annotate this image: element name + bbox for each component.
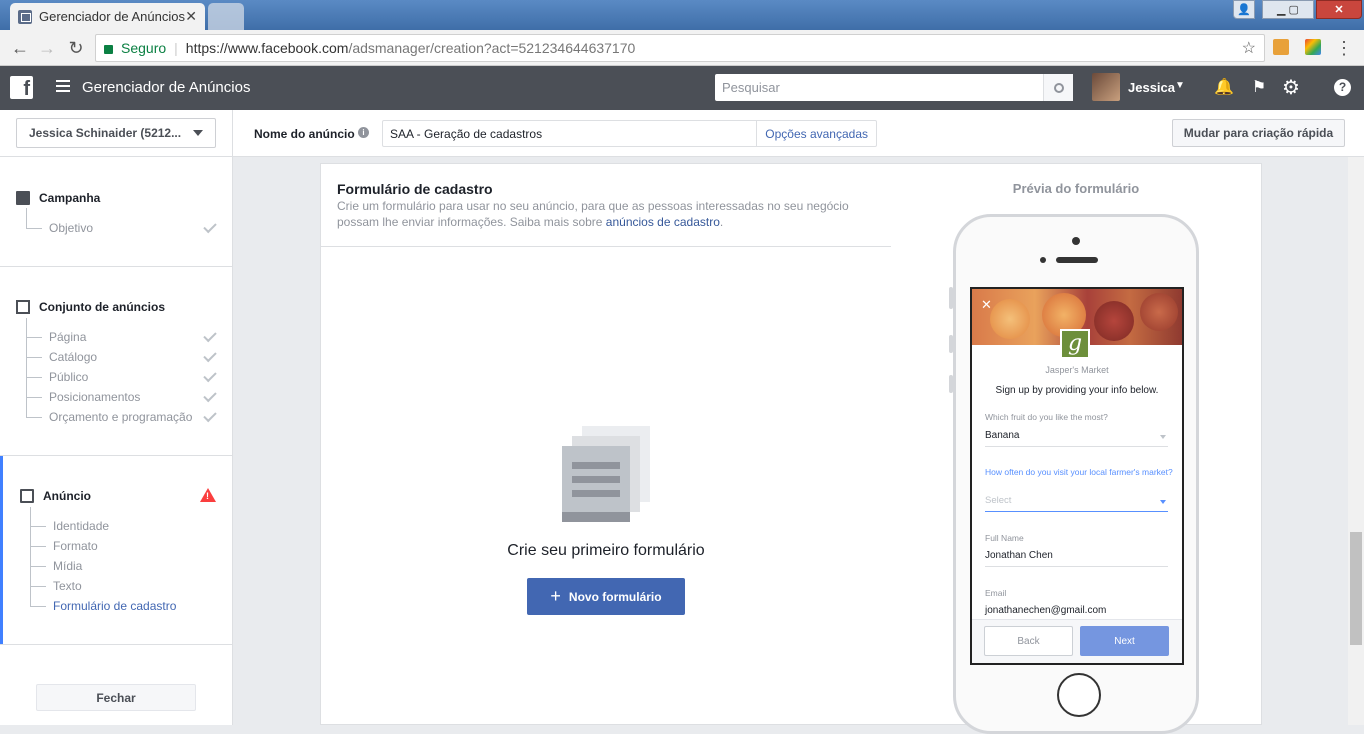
address-bar: ← → ↻ Seguro | https://www.facebook.com … — [0, 30, 1364, 66]
brand-logo: g — [1060, 329, 1090, 359]
search-icon[interactable] — [1043, 74, 1073, 101]
notifications-bell-icon[interactable]: 🔔 — [1214, 78, 1234, 98]
extension-icon[interactable] — [1273, 39, 1289, 55]
ad-name-input[interactable]: SAA - Geração de cadastros Opções avança… — [382, 120, 877, 147]
warning-icon: ! — [200, 488, 216, 502]
forward-arrow-icon[interactable]: → — [37, 38, 57, 59]
documents-icon — [562, 426, 652, 524]
question-label: How often do you visit your local farmer… — [985, 467, 1173, 477]
search-input[interactable]: Pesquisar — [715, 74, 1073, 101]
question-label: Which fruit do you like the most? — [985, 412, 1108, 422]
ad-name-bar: Nome do anúncio i SAA - Geração de cadas… — [233, 110, 1364, 157]
preview-title: Prévia do formulário — [1012, 181, 1140, 196]
advanced-options-link[interactable]: Opções avançadas — [756, 121, 876, 146]
account-name: Jessica Schinaider (5212... — [29, 126, 182, 140]
avatar[interactable] — [1092, 73, 1120, 101]
close-icon[interactable]: ✕ — [981, 297, 992, 313]
form-footer: Back Next — [972, 619, 1182, 663]
ad-name-value: SAA - Geração de cadastros — [390, 126, 543, 141]
search-placeholder: Pesquisar — [722, 80, 780, 95]
window-user-icon[interactable]: 👤 — [1233, 0, 1255, 19]
sidebar-item-texto[interactable]: Texto — [53, 579, 82, 593]
phone-screen: ✕ g Jasper's Market Sign up by providing… — [970, 287, 1184, 665]
flag-icon[interactable]: ⚑ — [1249, 78, 1269, 98]
window-close-button[interactable]: ✕ — [1316, 0, 1362, 19]
url-host: https://www.facebook.com — [185, 40, 349, 56]
question-answer[interactable]: Banana — [985, 430, 1019, 441]
secure-label: Seguro — [121, 40, 167, 56]
fb-header: f Gerenciador de Anúncios Pesquisar Jess… — [0, 66, 1364, 110]
back-button[interactable]: Back — [984, 626, 1073, 656]
tab-title: Gerenciador de Anúncios — [39, 9, 185, 24]
close-button[interactable]: Fechar — [36, 684, 196, 711]
back-arrow-icon[interactable]: ← — [10, 38, 30, 59]
url-input[interactable]: Seguro | https://www.facebook.com /adsma… — [95, 34, 1265, 62]
sidebar-section-ad[interactable]: Anúncio — [43, 489, 91, 503]
browser-tab-active[interactable]: Gerenciador de Anúncios ✕ — [10, 3, 205, 30]
sidebar-item-formulario[interactable]: Formulário de cadastro — [53, 599, 176, 613]
tab-close-icon[interactable]: ✕ — [185, 8, 197, 25]
bookmark-star-icon[interactable]: ☆ — [1242, 38, 1256, 58]
chevron-down-icon — [193, 130, 203, 136]
sidebar-item-publico[interactable]: Público — [49, 370, 88, 384]
sidebar-item-identidade[interactable]: Identidade — [53, 519, 109, 533]
active-section-indicator — [0, 456, 3, 644]
help-icon[interactable]: ? — [1334, 79, 1351, 96]
next-button[interactable]: Next — [1080, 626, 1169, 656]
app-title: Gerenciador de Anúncios — [82, 79, 251, 96]
briefcase-icon — [16, 191, 30, 205]
reload-icon[interactable]: ↻ — [66, 38, 86, 59]
form-preview-panel: Prévia do formulário ✕ g Jasper's Market… — [891, 163, 1262, 734]
hamburger-menu-icon[interactable] — [56, 80, 70, 94]
user-name[interactable]: Jessica — [1128, 80, 1175, 95]
sidebar-item-objetivo[interactable]: Objetivo — [49, 221, 93, 235]
quick-create-button[interactable]: Mudar para criação rápida — [1172, 119, 1345, 147]
lock-icon — [104, 44, 113, 54]
sidebar-item-orcamento[interactable]: Orçamento e programação — [49, 410, 192, 424]
sidebar-section-campaign[interactable]: Campanha — [39, 191, 100, 205]
url-path: /adsmanager/creation?act=521234644637170 — [348, 40, 636, 56]
new-tab-button[interactable] — [208, 3, 244, 30]
browser-menu-icon[interactable]: ⋮ — [1334, 38, 1354, 59]
ads-manager-favicon-icon — [18, 9, 32, 24]
lead-form-panel: Formulário de cadastro Crie um formulári… — [320, 163, 892, 725]
panel-title: Formulário de cadastro — [337, 181, 493, 197]
sidebar-item-pagina[interactable]: Página — [49, 330, 86, 344]
sidebar-item-formato[interactable]: Formato — [53, 539, 98, 553]
chevron-down-icon — [1160, 435, 1166, 439]
form-headline: Sign up by providing your info below. — [995, 385, 1159, 396]
info-icon[interactable]: i — [358, 127, 369, 138]
ad-name-label: Nome do anúncio — [254, 127, 355, 141]
plus-icon: + — [550, 586, 561, 606]
window-titlebar: Gerenciador de Anúncios ✕ 👤 ▁ ▢ ✕ — [0, 0, 1364, 30]
email-field[interactable]: jonathanechen@gmail.com — [985, 605, 1106, 616]
sidebar-item-posicionamentos[interactable]: Posicionamentos — [49, 390, 140, 404]
extension-icon[interactable] — [1305, 39, 1321, 55]
gear-icon[interactable]: ⚙ — [1281, 78, 1301, 98]
scrollbar-thumb[interactable] — [1350, 532, 1362, 645]
sidebar-item-catalogo[interactable]: Catálogo — [49, 350, 97, 364]
chevron-down-icon — [1160, 500, 1166, 504]
full-name-field[interactable]: Jonathan Chen — [985, 550, 1053, 561]
empty-state-text: Crie seu primeiro formulário — [507, 542, 705, 559]
ad-icon — [20, 489, 34, 503]
window-minimize-maximize-buttons[interactable]: ▁ ▢ — [1262, 0, 1314, 19]
grid-icon — [16, 300, 30, 314]
full-name-label: Full Name — [985, 533, 1024, 543]
email-label: Email — [985, 588, 1007, 598]
new-form-button[interactable]: + Novo formulário — [527, 578, 685, 615]
panel-description: Crie um formulário para usar no seu anún… — [337, 199, 849, 229]
account-selector[interactable]: Jessica Schinaider (5212... — [16, 118, 216, 148]
facebook-logo-icon[interactable]: f — [10, 76, 33, 100]
sidebar-section-adset[interactable]: Conjunto de anúncios — [39, 300, 165, 314]
question-select[interactable]: Select — [985, 495, 1011, 506]
phone-mockup: ✕ g Jasper's Market Sign up by providing… — [949, 214, 1199, 734]
lead-ads-link[interactable]: anúncios de cadastro — [606, 215, 720, 229]
phone-home-button — [1057, 673, 1101, 717]
chevron-down-icon[interactable]: ▼ — [1175, 80, 1185, 91]
sidebar-item-midia[interactable]: Mídia — [53, 559, 82, 573]
brand-name: Jasper's Market — [1045, 365, 1109, 375]
